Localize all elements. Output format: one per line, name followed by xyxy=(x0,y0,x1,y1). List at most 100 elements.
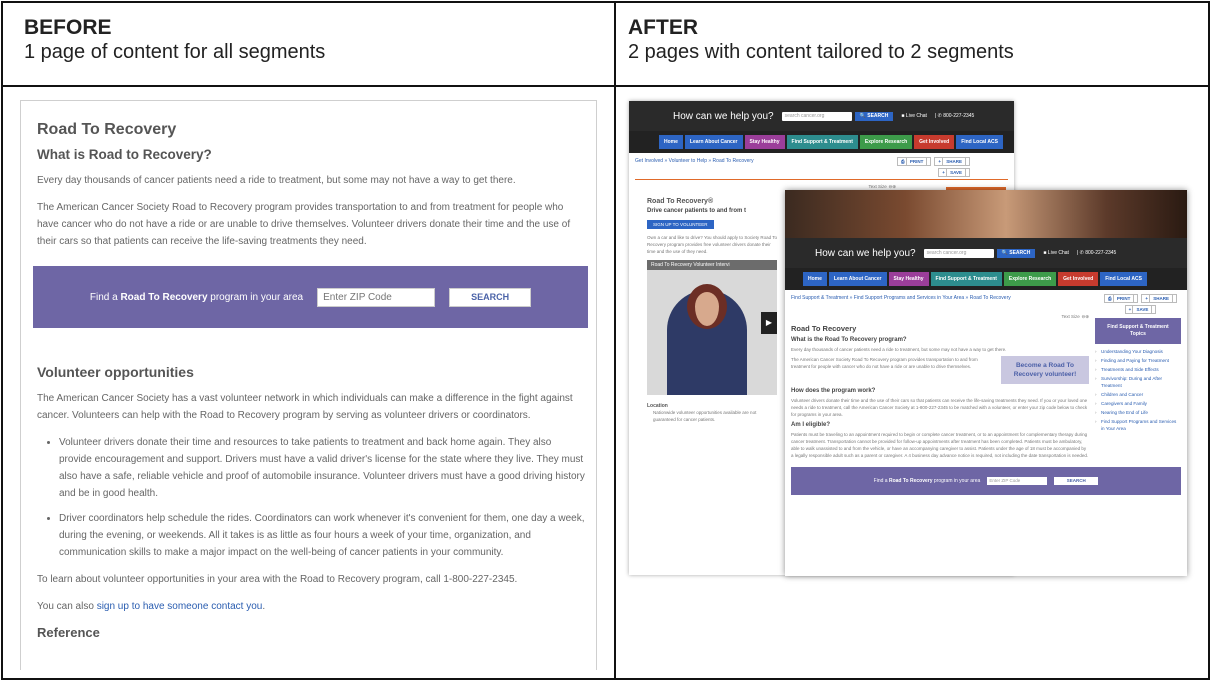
paragraph: Volunteer drivers donate their time and … xyxy=(791,398,1088,417)
sidebar-item[interactable]: Finding and Paying for Treatment xyxy=(1095,357,1181,364)
before-page-screenshot: Road To Recovery What is Road to Recover… xyxy=(20,100,597,670)
live-chat-link[interactable]: ■ Live Chat xyxy=(901,113,927,119)
share-button[interactable]: + SHARE xyxy=(1141,294,1177,303)
nav-explore-research[interactable]: Explore Research xyxy=(859,135,913,149)
nav-find-local-acs[interactable]: Find Local ACS xyxy=(1100,272,1147,286)
sidebar-item[interactable]: Children and Cancer xyxy=(1095,391,1181,398)
find-program-bar: Find a Road To Recovery program in your … xyxy=(791,467,1181,495)
paragraph: To learn about volunteer opportunities i… xyxy=(37,574,518,585)
section-heading-eligible: Am I eligible? xyxy=(791,422,831,428)
search-button[interactable]: SEARCH xyxy=(1054,477,1099,485)
nav-explore-research[interactable]: Explore Research xyxy=(1003,272,1057,286)
nav-find-support[interactable]: Find Support & Treatment xyxy=(930,272,1002,286)
nav-learn-about-cancer[interactable]: Learn About Cancer xyxy=(684,135,743,149)
header-divider xyxy=(1,85,1210,87)
live-chat-link[interactable]: ■ Live Chat xyxy=(1043,250,1069,256)
sidebar-title: Find Support & Treatment Topics xyxy=(1095,318,1181,344)
zip-code-input[interactable]: Enter ZIP Code xyxy=(987,477,1048,485)
sidebar-item[interactable]: Find Support Programs and Services in Yo… xyxy=(1095,418,1181,432)
sidebar-item[interactable]: Treatments and Side Effects xyxy=(1095,366,1181,373)
orange-rule xyxy=(635,179,1008,180)
phone-number: | ✆ 800-227-2345 xyxy=(934,113,975,119)
main-nav: Home Learn About Cancer Stay Healthy Fin… xyxy=(629,131,1014,153)
hero-banner-image xyxy=(785,190,1187,238)
share-button[interactable]: + SHARE xyxy=(934,157,970,166)
sidebar-item[interactable]: Understanding Your Diagnosis xyxy=(1095,348,1181,355)
zip-code-input[interactable] xyxy=(317,287,436,307)
nav-learn-about-cancer[interactable]: Learn About Cancer xyxy=(828,272,887,286)
save-button[interactable]: + SAVE xyxy=(938,168,970,177)
column-divider xyxy=(614,1,616,680)
after-page-patient-screenshot: How can we help you? search cancer.org 🔍… xyxy=(785,190,1187,576)
video-thumbnail-head xyxy=(687,284,727,329)
location-note: Nationwide volunteer opportunities avail… xyxy=(653,410,757,422)
search-input[interactable]: search cancer.org xyxy=(923,248,994,258)
paragraph: You can also sign up to have someone con… xyxy=(37,601,266,612)
find-program-label: Find a Road To Recovery program in your … xyxy=(89,291,304,303)
main-nav: Home Learn About Cancer Stay Healthy Fin… xyxy=(785,268,1187,290)
breadcrumb-row: Get Involved » Volunteer to Help » Road … xyxy=(629,153,1014,177)
section-heading-volunteer: Volunteer opportunities xyxy=(37,364,194,380)
intro-text: Own a car and like to drive? You should … xyxy=(647,235,777,254)
sidebar-topic-list: Understanding Your Diagnosis Finding and… xyxy=(1095,348,1181,432)
after-title: AFTER xyxy=(628,16,698,39)
page-title: Road To Recovery xyxy=(791,324,857,333)
list-item: Volunteer drivers donate their time and … xyxy=(59,434,586,502)
breadcrumb-row: Find Support & Treatment » Find Support … xyxy=(785,290,1187,314)
list-item: Driver coordinators help schedule the ri… xyxy=(59,510,586,561)
after-header: AFTER 2 pages with content tailored to 2… xyxy=(628,16,1014,64)
sidebar-item[interactable]: Nearing the End of Life xyxy=(1095,409,1181,416)
reference-heading: Reference xyxy=(37,625,100,640)
sidebar-item[interactable]: Caregivers and Family xyxy=(1095,400,1181,407)
print-button[interactable]: ⎙ PRINT xyxy=(896,157,932,166)
phone-number: | ✆ 800-227-2345 xyxy=(1076,250,1117,256)
paragraph: Every day thousands of cancer patients n… xyxy=(791,347,1007,352)
paragraph: The American Cancer Society has a vast v… xyxy=(37,393,573,421)
video-title: Road To Recovery Volunteer Intervi xyxy=(647,260,777,270)
paragraph: Every day thousands of cancer patients n… xyxy=(37,175,516,186)
sidebar: Find Support & Treatment Topics Understa… xyxy=(1095,314,1181,459)
search-button[interactable]: 🔍 SEARCH xyxy=(996,248,1036,258)
before-header: BEFORE 1 page of content for all segment… xyxy=(24,16,325,64)
section-heading-how: How does the program work? xyxy=(791,388,876,394)
page-tools: ⎙ PRINT + SHARE + SAVE xyxy=(896,153,970,177)
help-question: How can we help you? xyxy=(815,247,916,259)
nav-home[interactable]: Home xyxy=(659,135,683,149)
nav-get-involved[interactable]: Get Involved xyxy=(1058,272,1099,286)
nav-find-local-acs[interactable]: Find Local ACS xyxy=(956,135,1003,149)
paragraph: Patients must be traveling to an appoint… xyxy=(791,432,1089,458)
nav-stay-healthy[interactable]: Stay Healthy xyxy=(744,135,785,149)
main-column: Text Size ⊖⊕ Road To Recovery What is th… xyxy=(791,314,1089,459)
sidebar-item[interactable]: Survivorship: During and After Treatment xyxy=(1095,375,1181,389)
page-title: Road To Recovery xyxy=(37,121,177,138)
print-button[interactable]: ⎙ PRINT xyxy=(1103,294,1139,303)
text-size-control[interactable]: Text Size ⊖⊕ xyxy=(791,314,1089,320)
find-program-bar: Find a Road To Recovery program in your … xyxy=(33,266,588,328)
breadcrumb[interactable]: Get Involved » Volunteer to Help » Road … xyxy=(629,153,760,177)
find-program-label: Find a Road To Recovery program in your … xyxy=(873,478,981,484)
breadcrumb[interactable]: Find Support & Treatment » Find Support … xyxy=(785,290,1017,314)
video-player[interactable]: Road To Recovery Volunteer Intervi ▶ xyxy=(647,260,777,395)
search-button[interactable]: SEARCH xyxy=(449,287,532,307)
nav-find-support[interactable]: Find Support & Treatment xyxy=(786,135,858,149)
search-input[interactable]: search cancer.org xyxy=(781,111,852,121)
play-icon[interactable]: ▶ xyxy=(761,312,777,334)
section-heading-what: What is Road to Recovery? xyxy=(37,147,212,162)
nav-get-involved[interactable]: Get Involved xyxy=(914,135,955,149)
signup-contact-link[interactable]: sign up to have someone contact you xyxy=(97,601,263,612)
before-subtitle: 1 page of content for all segments xyxy=(24,41,326,63)
top-search-bar: How can we help you? search cancer.org 🔍… xyxy=(629,101,1014,131)
save-button[interactable]: + SAVE xyxy=(1124,305,1157,314)
page-tools: ⎙ PRINT + SHARE + SAVE xyxy=(1103,290,1177,314)
help-question: How can we help you? xyxy=(673,110,774,122)
search-button[interactable]: 🔍 SEARCH xyxy=(854,111,894,121)
patient-content: Text Size ⊖⊕ Road To Recovery What is th… xyxy=(785,314,1187,459)
become-volunteer-button[interactable]: Become a Road To Recovery volunteer! xyxy=(1001,356,1089,384)
nav-stay-healthy[interactable]: Stay Healthy xyxy=(888,272,929,286)
paragraph: The American Cancer Society Road to Reco… xyxy=(37,202,571,247)
volunteer-list: Volunteer drivers donate their time and … xyxy=(59,434,586,561)
top-search-bar: How can we help you? search cancer.org 🔍… xyxy=(785,238,1187,268)
signup-volunteer-button[interactable]: SIGN UP TO VOLUNTEER xyxy=(647,220,714,229)
section-heading-what: What is the Road To Recovery program? xyxy=(791,337,907,343)
nav-home[interactable]: Home xyxy=(803,272,827,286)
